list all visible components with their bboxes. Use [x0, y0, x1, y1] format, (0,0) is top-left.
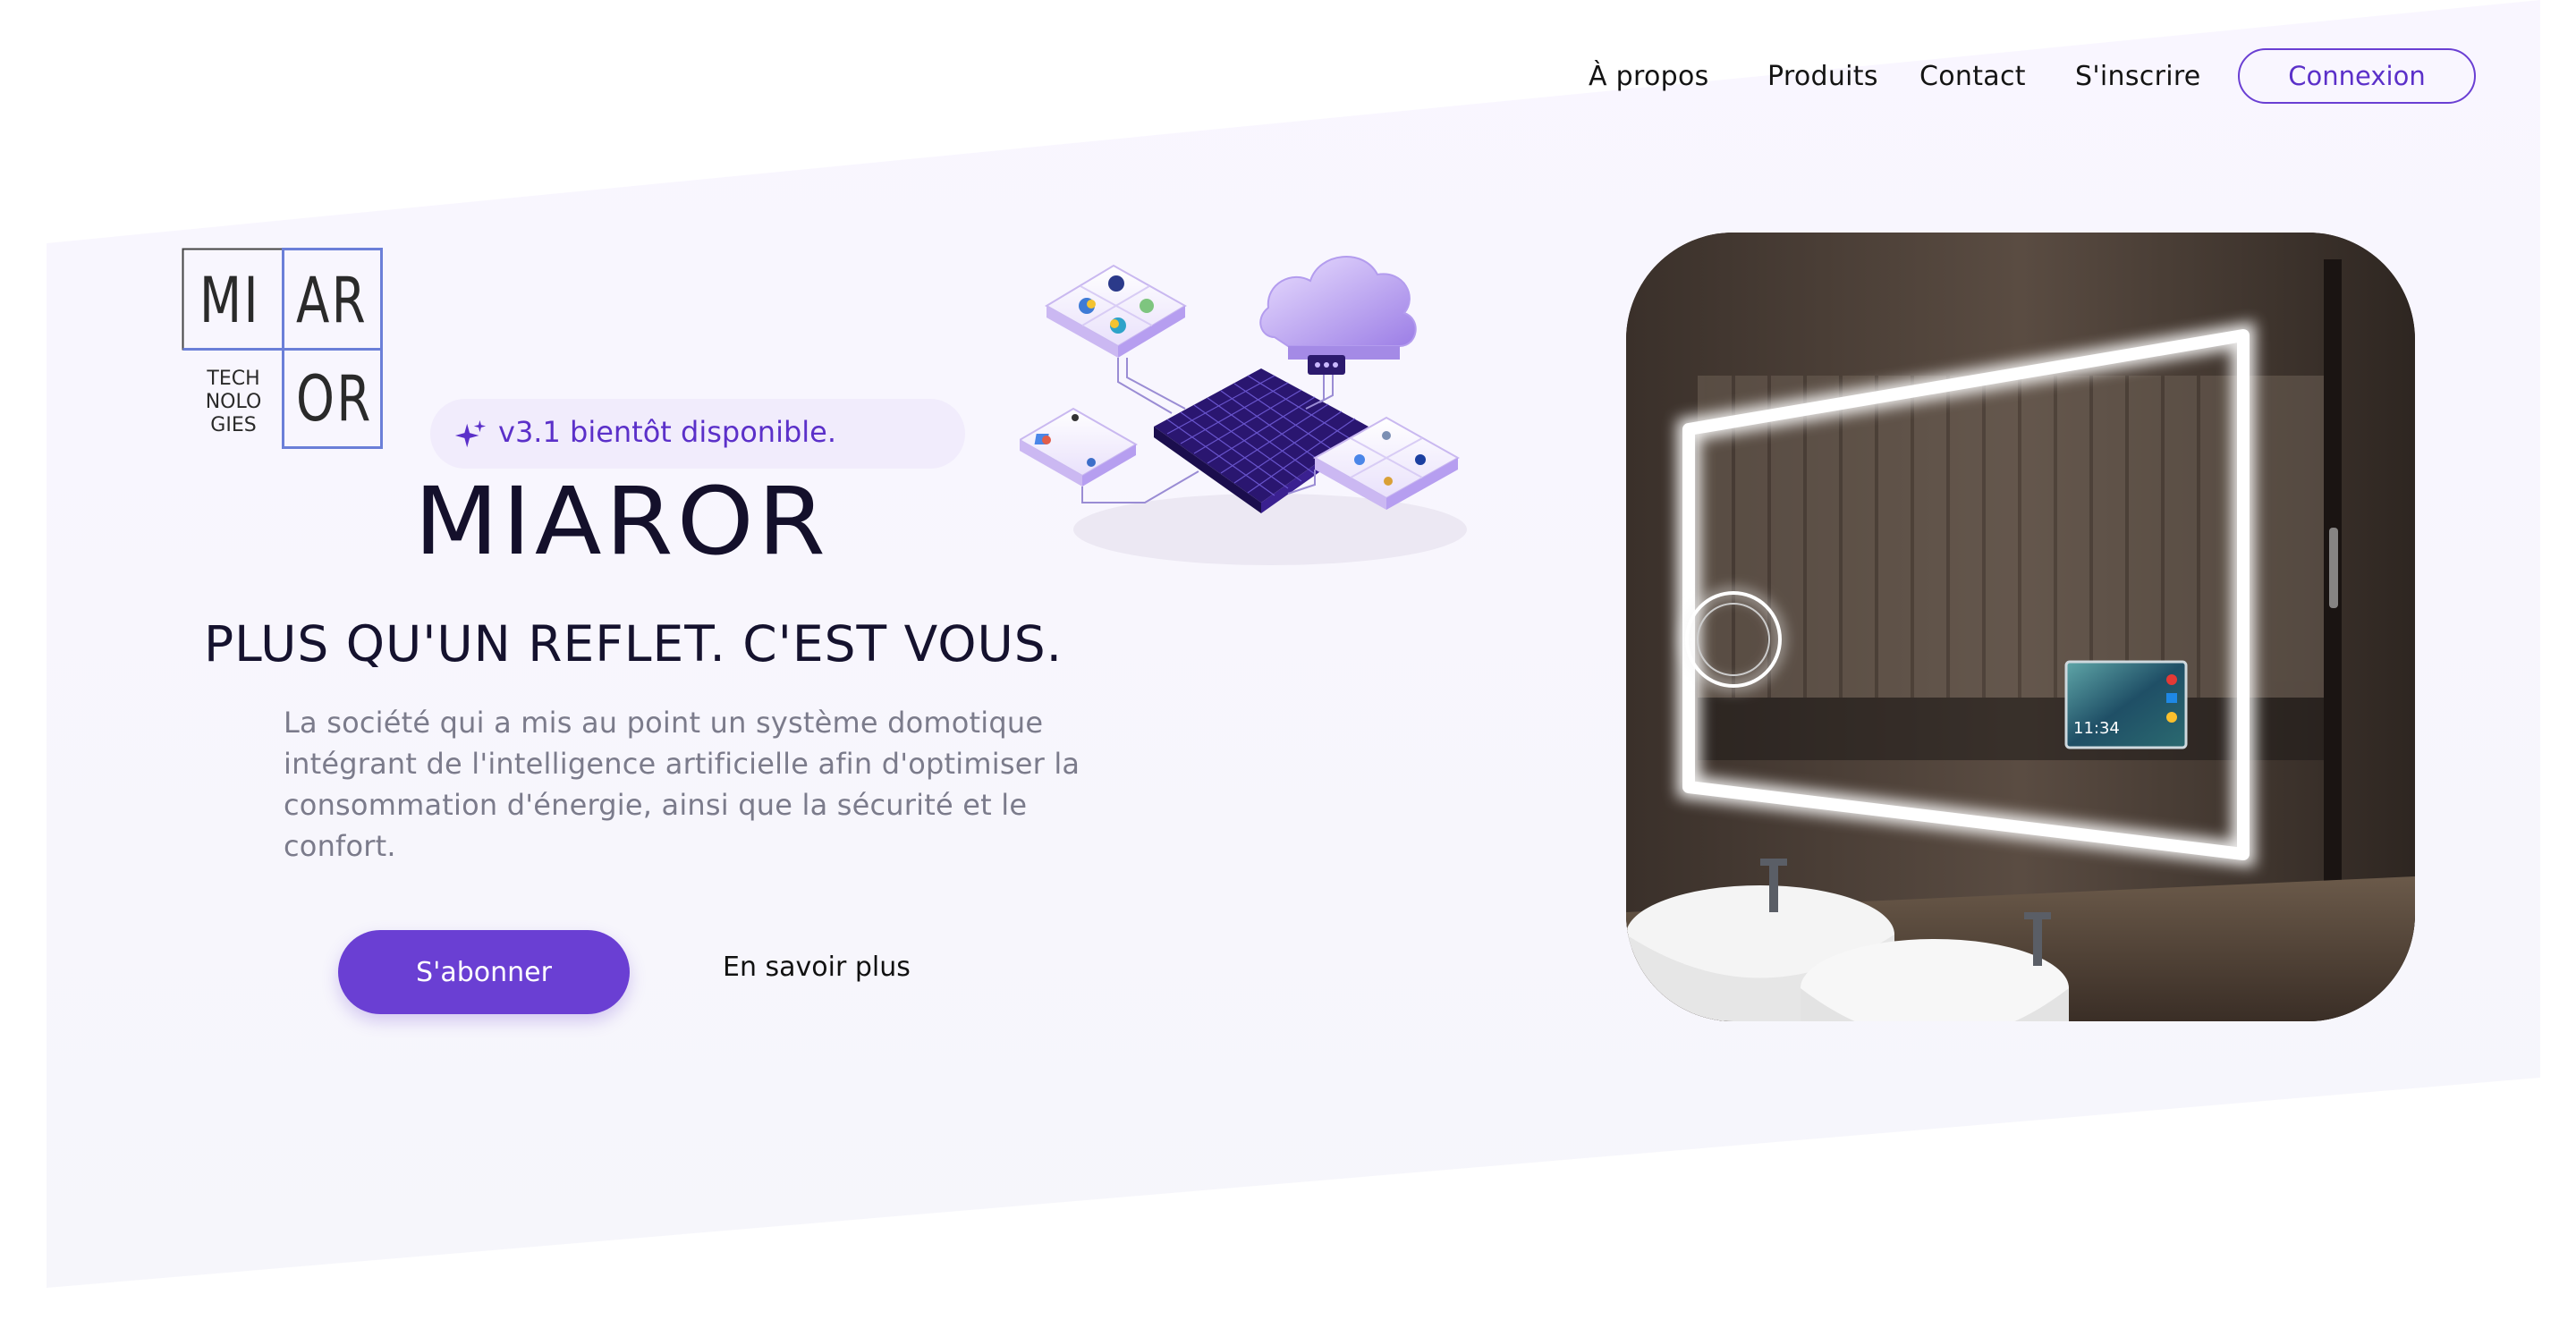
version-badge-text: v3.1 bientôt disponible.: [498, 415, 837, 449]
subscribe-button[interactable]: S'abonner: [338, 930, 630, 1014]
company-logo: MI AR TECH NOLO GIES OR: [182, 248, 383, 449]
mirror-screen-time: 11:34: [2073, 719, 2120, 738]
version-badge: v3.1 bientôt disponible.: [430, 399, 965, 469]
logo-tech-line: TECH: [207, 368, 260, 390]
hero-tagline: PLUS QU'UN REFLET. C'EST VOUS.: [204, 615, 1063, 673]
logo-text-or: OR: [296, 362, 373, 436]
learn-more-link[interactable]: En savoir plus: [723, 952, 911, 983]
logo-technologies: TECH NOLO GIES: [189, 368, 278, 437]
top-navigation: À propos Produits Contact S'inscrire Con…: [0, 48, 2576, 104]
nav-link-products[interactable]: Produits: [1767, 61, 1878, 92]
brand-name: MIAROR: [414, 467, 830, 576]
logo-nolo-line: NOLO: [205, 391, 262, 413]
calendar-icon: [2166, 693, 2177, 703]
logo-text-ar: AR: [296, 264, 368, 337]
sparkle-icon: [454, 419, 487, 448]
smart-mirror-illustration: 11:34: [1626, 233, 2415, 1021]
hero-description: La société qui a mis au point un système…: [284, 706, 1080, 863]
smart-home-illustration: [1020, 256, 1467, 565]
chrome-icon: [2166, 712, 2177, 723]
nav-link-contact[interactable]: Contact: [1919, 61, 2026, 92]
logo-text-mi: MI: [199, 264, 260, 337]
nav-link-about[interactable]: À propos: [1589, 61, 1709, 92]
nav-link-signup[interactable]: S'inscrire: [2075, 61, 2201, 92]
youtube-icon: [2166, 674, 2177, 685]
logo-gies-line: GIES: [210, 414, 257, 436]
login-button[interactable]: Connexion: [2238, 48, 2476, 104]
smart-mirror-photo: 11:34: [1626, 233, 2415, 1021]
